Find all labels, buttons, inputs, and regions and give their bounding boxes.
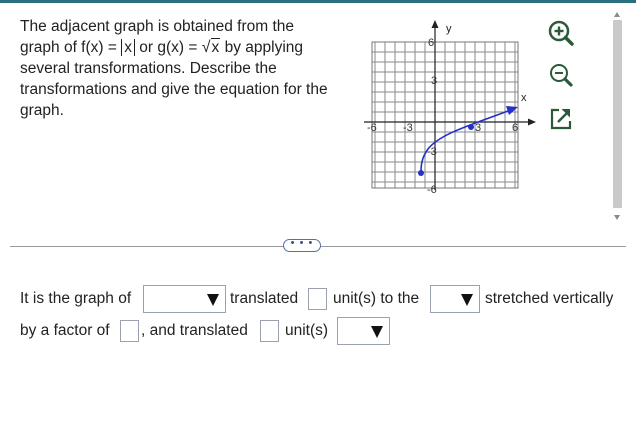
x-axis-label: x	[521, 92, 527, 104]
vertical-direction-dropdown[interactable]	[337, 317, 390, 345]
y-tick-label: -6	[427, 184, 437, 194]
x-tick-label: 3	[475, 122, 481, 134]
zoom-in-icon	[548, 20, 574, 46]
dropdown-arrow-icon	[371, 326, 383, 338]
expand-more-button[interactable]: • • •	[283, 238, 321, 252]
y-axis-arrow-icon	[431, 20, 439, 28]
dropdown-arrow-icon	[207, 294, 219, 306]
abs-value-expression: x	[121, 39, 135, 56]
answer-prefix-label: It is the graph of	[20, 290, 132, 307]
zoom-in-button[interactable]	[546, 18, 578, 48]
top-accent-bar	[0, 0, 636, 3]
question-line-5: graph.	[20, 102, 64, 119]
scroll-up-icon[interactable]	[614, 12, 620, 17]
zoom-out-icon	[550, 64, 573, 87]
factor-label: by a factor of	[20, 322, 110, 339]
scroll-down-icon[interactable]	[614, 215, 620, 220]
y-axis-label: y	[446, 23, 452, 35]
sqrt-expression: √x	[201, 38, 221, 56]
function-dropdown[interactable]	[143, 285, 226, 313]
curve-point	[468, 124, 474, 130]
question-line-4: transformations and give the equation fo…	[20, 81, 328, 98]
x-tick-label: 6	[512, 122, 518, 134]
y-tick-label: 3	[431, 75, 437, 87]
translated-label: translated	[230, 290, 299, 307]
function-graph: x y -6 -3 3 6 6 3 -3 -6	[364, 20, 536, 194]
y-tick-label: 6	[428, 37, 434, 49]
x-tick-label: -3	[403, 122, 413, 134]
x-axis-arrow-icon	[528, 118, 536, 126]
curve-arrow-icon	[506, 106, 518, 115]
stretched-label: stretched vertically	[485, 290, 614, 307]
horizontal-shift-input[interactable]	[308, 288, 327, 310]
stretch-factor-input[interactable]	[120, 320, 139, 342]
popout-button[interactable]	[546, 104, 578, 134]
units-label: unit(s)	[285, 322, 329, 339]
question-text: The adjacent graph is obtained from the …	[20, 16, 355, 121]
external-link-icon	[550, 108, 572, 130]
scrollbar-thumb[interactable]	[613, 20, 622, 208]
vertical-scrollbar[interactable]	[610, 10, 624, 220]
direction-dropdown[interactable]	[430, 285, 480, 313]
question-line-3: several transformations. Describe the	[20, 60, 277, 77]
curve-start-point	[418, 170, 424, 176]
vertical-shift-input[interactable]	[260, 320, 279, 342]
dropdown-arrow-icon	[461, 294, 473, 306]
and-translated-label: , and translated	[141, 322, 248, 339]
question-line-1: The adjacent graph is obtained from the	[20, 18, 295, 35]
zoom-out-button[interactable]	[546, 60, 578, 90]
question-line-2: graph of f(x) = x or g(x) = √x by applyi…	[20, 38, 304, 56]
units-to-the-label: unit(s) to the	[333, 290, 420, 307]
x-tick-label: -6	[367, 122, 377, 134]
